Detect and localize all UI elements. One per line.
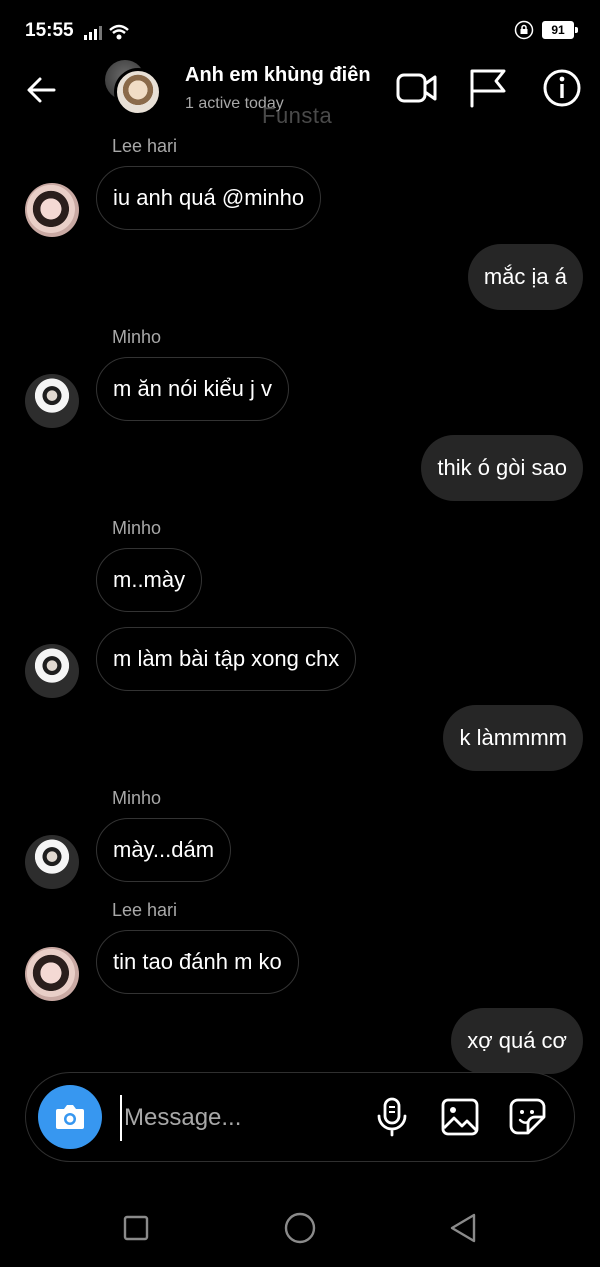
message-text: m..mày (113, 567, 186, 592)
message-text: thik ó gòi sao (437, 455, 567, 480)
message-sender: Minho (112, 518, 162, 538)
back-nav-icon[interactable] (440, 1205, 486, 1251)
battery-level: 91 (542, 21, 578, 39)
status-time: 15:55 (25, 20, 74, 41)
message-sender: Minho (112, 788, 162, 808)
signal-wifi-icon (84, 24, 129, 40)
message-bubble-outgoing[interactable]: thik ó gòi sao (421, 435, 583, 501)
message-text: m ăn nói kiểu j v (113, 376, 272, 401)
minho-avatar[interactable] (25, 374, 79, 428)
recent-apps-icon[interactable] (113, 1205, 159, 1251)
message-input[interactable] (120, 1095, 366, 1141)
message-bubble-outgoing[interactable]: xợ quá cơ (451, 1008, 583, 1074)
message-text: iu anh quá @minho (113, 185, 305, 210)
flag-icon[interactable] (466, 66, 510, 110)
video-call-icon[interactable] (395, 66, 439, 110)
gallery-icon[interactable] (438, 1095, 482, 1139)
conversation-title[interactable]: Anh em khùng điên (185, 64, 371, 87)
message-text: m làm bài tập xong chx (113, 646, 340, 671)
lee-hari-avatar[interactable] (25, 183, 79, 237)
home-icon[interactable] (277, 1205, 323, 1251)
message-bubble-incoming[interactable]: m..mày (96, 548, 203, 612)
message-bubble-incoming[interactable]: m làm bài tập xong chx (96, 627, 357, 691)
microphone-icon[interactable] (370, 1095, 414, 1139)
camera-icon (56, 1105, 84, 1129)
group-avatar-front (114, 68, 162, 116)
message-sender: Minho (112, 327, 162, 347)
message-bubble-incoming[interactable]: mày...dám (96, 818, 232, 882)
message-bubble-incoming[interactable]: iu anh quá @minho (96, 166, 322, 230)
message-sender: Lee hari (112, 136, 178, 156)
sticker-icon[interactable] (506, 1095, 550, 1139)
message-text: mắc ịa á (483, 264, 567, 289)
message-sender: Lee hari (112, 900, 178, 920)
message-bubble-incoming[interactable]: tin tao đánh m ko (96, 930, 299, 994)
watermark-text: Funsta (262, 103, 333, 128)
lock-icon (514, 20, 534, 40)
minho-avatar[interactable] (25, 835, 79, 889)
back-arrow-icon[interactable] (22, 70, 62, 110)
minho-avatar[interactable] (25, 644, 79, 698)
info-icon[interactable] (540, 66, 584, 110)
message-bubble-incoming[interactable]: m ăn nói kiểu j v (96, 357, 289, 421)
message-text: k làmmmm (459, 725, 567, 750)
camera-button[interactable] (38, 1085, 102, 1149)
lee-hari-avatar[interactable] (25, 947, 79, 1001)
message-text: tin tao đánh m ko (113, 949, 282, 974)
message-bubble-outgoing[interactable]: mắc ịa á (467, 244, 583, 310)
group-avatar[interactable] (105, 60, 163, 118)
message-text: xợ quá cơ (467, 1028, 567, 1053)
message-bubble-outgoing[interactable]: k làmmmm (443, 705, 583, 771)
message-text: mày...dám (113, 837, 215, 862)
